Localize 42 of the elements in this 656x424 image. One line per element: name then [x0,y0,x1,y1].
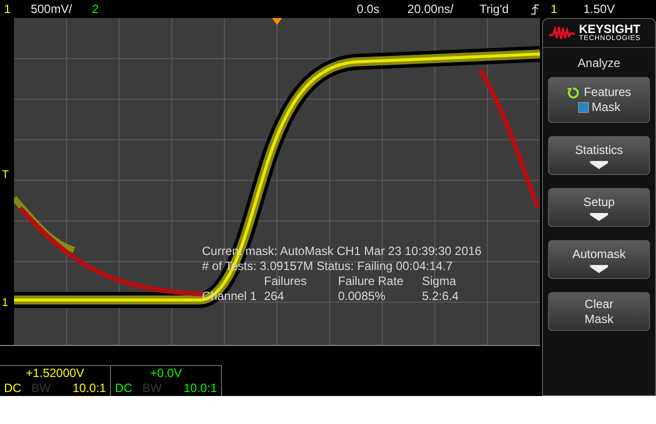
bandwidth-limit-label: BW [142,381,162,396]
wave-logo-icon [549,26,575,40]
bandwidth-limit-label: BW [31,381,51,396]
brand-name: KEYSIGHT [579,23,641,35]
coupling-label: DC [115,381,132,396]
trigger-source: 1 [550,2,558,16]
time-offset: 0.0s [356,2,380,16]
softkey-label: Statistics [574,142,623,158]
trigger-status: Trig'd [479,2,509,16]
coupling-label: DC [4,381,22,396]
channel-marker: 1 [2,298,8,309]
probe-ratio: 10.0:1 [182,381,217,396]
table-value: 264 [264,289,286,304]
channel-offset: +1.52000V [24,366,86,381]
rising-edge-icon [530,4,539,14]
trigger-level: 1.50V [583,2,615,16]
cycle-icon [566,86,579,98]
softkey-button[interactable]: Automask [548,240,650,279]
softkey-button[interactable]: Features Mask [548,77,650,123]
softkey-label: Automask [572,246,626,262]
down-arrow-icon [590,212,608,220]
table-value: 5.2:6.4 [422,289,460,304]
channel-label: 2 [92,2,99,16]
option-label: Mask [592,100,620,115]
softkey-button[interactable]: Setup [548,188,650,227]
column-header: Sigma [422,274,458,289]
table-value: 0.0085% [338,289,386,304]
column-header: Failures [264,274,308,289]
down-arrow-icon [590,264,608,272]
column-header: Failure Rate [338,274,404,289]
softkey-label: Setup [583,194,615,210]
probe-ratio: 10.0:1 [72,381,106,396]
channel-label: 1 [4,2,11,16]
softkey-button[interactable]: Clear Mask [548,292,650,331]
down-arrow-icon [590,160,608,168]
time-per-div: 20.00ns/ [407,2,454,16]
trigger-level-marker: T [2,170,9,181]
menu-title: Analyze [576,56,622,70]
softkey-label: Features [584,85,632,100]
channel-offset: +0.0V [149,366,183,381]
volts-per-div: 500mV/ [30,2,72,16]
softkey-button[interactable]: Statistics [548,136,650,175]
